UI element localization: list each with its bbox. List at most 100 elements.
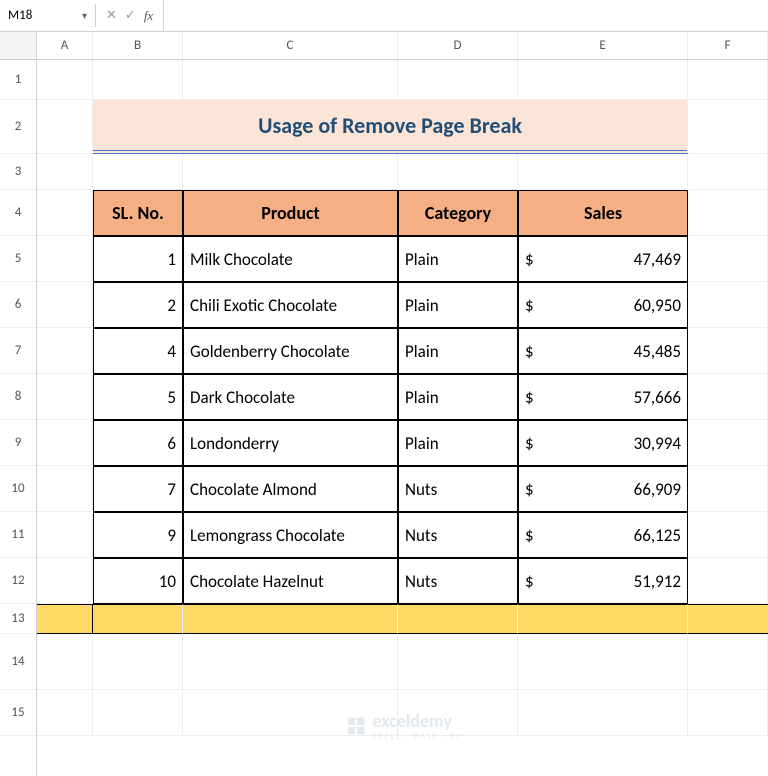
cell-category[interactable]: Plain xyxy=(398,282,518,328)
row-header[interactable]: 9 xyxy=(0,420,36,466)
cell[interactable] xyxy=(518,154,688,190)
cell-category[interactable]: Nuts xyxy=(398,558,518,604)
cell-product[interactable]: Milk Chocolate xyxy=(183,236,398,282)
cell-category[interactable]: Plain xyxy=(398,328,518,374)
cell[interactable] xyxy=(688,604,768,634)
cell-sales[interactable]: $47,469 xyxy=(518,236,688,282)
cell-product[interactable]: Chili Exotic Chocolate xyxy=(183,282,398,328)
cell[interactable] xyxy=(93,690,183,736)
cell[interactable] xyxy=(688,236,768,282)
cell[interactable] xyxy=(37,420,93,466)
cell[interactable] xyxy=(183,60,398,100)
cell-sl[interactable]: 1 xyxy=(93,236,183,282)
cell[interactable] xyxy=(688,466,768,512)
cell[interactable] xyxy=(518,604,688,634)
cell[interactable] xyxy=(93,60,183,100)
cell[interactable] xyxy=(398,154,518,190)
cell[interactable] xyxy=(518,634,688,690)
row-header[interactable]: 7 xyxy=(0,328,36,374)
row-header[interactable]: 14 xyxy=(0,634,36,690)
cell-product[interactable]: Chocolate Hazelnut xyxy=(183,558,398,604)
column-header[interactable]: D xyxy=(398,32,518,59)
cell[interactable] xyxy=(37,154,93,190)
cell[interactable] xyxy=(398,690,518,736)
cell[interactable] xyxy=(688,512,768,558)
cell[interactable] xyxy=(688,420,768,466)
cell[interactable] xyxy=(688,282,768,328)
cell-sl[interactable]: 2 xyxy=(93,282,183,328)
cell[interactable] xyxy=(37,466,93,512)
cell[interactable] xyxy=(688,634,768,690)
row-header[interactable]: 11 xyxy=(0,512,36,558)
cell-sales[interactable]: $60,950 xyxy=(518,282,688,328)
cell[interactable] xyxy=(37,604,93,634)
cell-sl[interactable]: 5 xyxy=(93,374,183,420)
cell-category[interactable]: Nuts xyxy=(398,466,518,512)
cell-sales[interactable]: $66,125 xyxy=(518,512,688,558)
cell[interactable] xyxy=(37,60,93,100)
cell[interactable] xyxy=(183,634,398,690)
cell-sales[interactable]: $51,912 xyxy=(518,558,688,604)
cell[interactable] xyxy=(37,100,93,154)
cell-sl[interactable]: 10 xyxy=(93,558,183,604)
row-header[interactable]: 10 xyxy=(0,466,36,512)
table-header-category[interactable]: Category xyxy=(398,190,518,236)
cell-category[interactable]: Plain xyxy=(398,236,518,282)
cell[interactable] xyxy=(37,634,93,690)
name-box[interactable]: M18 ▾ xyxy=(0,4,96,27)
column-header[interactable]: B xyxy=(93,32,183,59)
cell-sl[interactable]: 9 xyxy=(93,512,183,558)
cell[interactable] xyxy=(37,558,93,604)
highlighted-row[interactable] xyxy=(37,604,768,634)
row-header[interactable]: 8 xyxy=(0,374,36,420)
row-header[interactable]: 15 xyxy=(0,690,36,736)
cell[interactable] xyxy=(37,512,93,558)
cell-product[interactable]: Londonderry xyxy=(183,420,398,466)
cell[interactable] xyxy=(93,154,183,190)
cell[interactable] xyxy=(37,282,93,328)
row-header[interactable]: 2 xyxy=(0,100,36,154)
cell[interactable] xyxy=(398,604,518,634)
cell-sl[interactable]: 4 xyxy=(93,328,183,374)
row-header[interactable]: 4 xyxy=(0,190,36,236)
cell[interactable] xyxy=(398,60,518,100)
cell[interactable] xyxy=(518,690,688,736)
row-header[interactable]: 5 xyxy=(0,236,36,282)
cell[interactable] xyxy=(183,604,398,634)
cell[interactable] xyxy=(688,558,768,604)
fx-icon[interactable]: fx xyxy=(144,8,153,24)
cell-product[interactable]: Chocolate Almond xyxy=(183,466,398,512)
cell[interactable] xyxy=(688,328,768,374)
cell-sales[interactable]: $30,994 xyxy=(518,420,688,466)
cell[interactable] xyxy=(37,236,93,282)
cell[interactable] xyxy=(688,100,768,154)
cell[interactable] xyxy=(183,690,398,736)
cell[interactable] xyxy=(518,60,688,100)
cell-product[interactable]: Dark Chocolate xyxy=(183,374,398,420)
row-header[interactable]: 6 xyxy=(0,282,36,328)
row-header[interactable]: 1 xyxy=(0,60,36,100)
cell[interactable] xyxy=(398,634,518,690)
cell[interactable] xyxy=(688,374,768,420)
table-header-sales[interactable]: Sales xyxy=(518,190,688,236)
cell[interactable] xyxy=(183,154,398,190)
cell-sl[interactable]: 6 xyxy=(93,420,183,466)
cancel-icon[interactable]: ✕ xyxy=(106,8,117,23)
cell[interactable] xyxy=(688,690,768,736)
cell[interactable] xyxy=(93,634,183,690)
enter-icon[interactable]: ✓ xyxy=(125,8,136,23)
row-header[interactable]: 3 xyxy=(0,154,36,190)
select-all-corner[interactable] xyxy=(0,32,36,60)
cell-sl[interactable]: 7 xyxy=(93,466,183,512)
cell[interactable] xyxy=(37,690,93,736)
cell-category[interactable]: Plain xyxy=(398,374,518,420)
cell[interactable] xyxy=(93,604,183,634)
cell[interactable] xyxy=(37,190,93,236)
cell-product[interactable]: Lemongrass Chocolate xyxy=(183,512,398,558)
cell-category[interactable]: Nuts xyxy=(398,512,518,558)
row-header[interactable]: 13 xyxy=(0,604,36,634)
cell-sales[interactable]: $66,909 xyxy=(518,466,688,512)
chevron-down-icon[interactable]: ▾ xyxy=(82,9,87,22)
cell[interactable] xyxy=(688,60,768,100)
cell[interactable] xyxy=(37,374,93,420)
